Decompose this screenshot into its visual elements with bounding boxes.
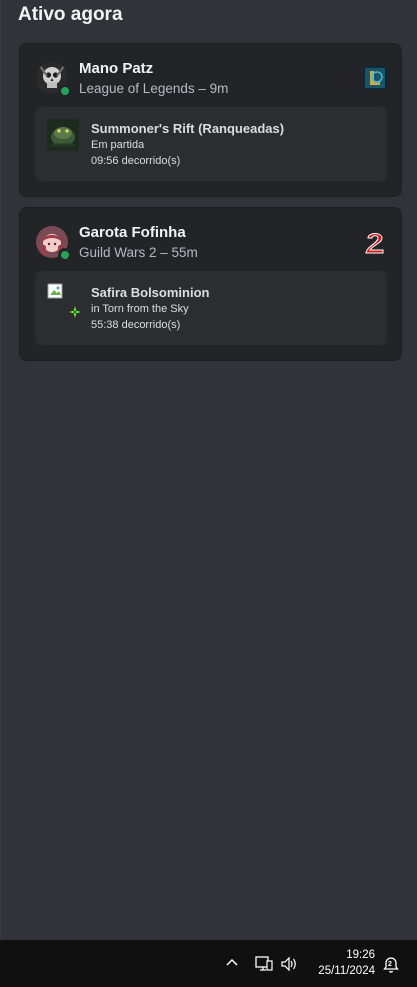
clock-time[interactable]: 19:26 [313, 949, 375, 961]
activity-state: Em partida [91, 139, 145, 151]
user-activity: Guild Wars 2 – 55m [79, 245, 198, 260]
activity-elapsed: 55:38 decorrido(s) [91, 319, 181, 331]
activity-title: Safira Bolsominion [91, 285, 210, 300]
activity-title: Summoner's Rift (Ranqueadas) [91, 121, 285, 136]
chevron-up-icon[interactable] [226, 957, 238, 967]
activity-elapsed: 09:56 decorrido(s) [91, 155, 181, 167]
guild-wars-2-icon [363, 230, 387, 254]
activity-details[interactable]: Summoner's Rift (Ranqueadas) Em partida … [35, 107, 387, 181]
user-name[interactable]: Mano Patz [79, 60, 153, 77]
user-activity: League of Legends – 9m [79, 81, 229, 96]
active-now-panel: Ativo agora Mano Patz League of Legends … [0, 0, 417, 940]
clock-date[interactable]: 25/11/2024 [313, 965, 375, 977]
notification-count: 2 [388, 961, 392, 968]
volume-icon[interactable] [280, 956, 298, 972]
league-of-legends-icon [363, 66, 387, 90]
windows-taskbar: 19:26 25/11/2024 2 [0, 940, 417, 987]
sparkle-icon [69, 306, 81, 318]
active-user-card[interactable]: Mano Patz League of Legends – 9m Summone… [19, 43, 402, 197]
activity-state: in Torn from the Sky [91, 303, 189, 315]
game-artwork [47, 119, 79, 151]
avatar[interactable] [36, 62, 72, 98]
user-name[interactable]: Garota Fofinha [79, 224, 186, 241]
online-status-dot [58, 84, 72, 98]
online-status-dot [58, 248, 72, 262]
panel-title: Ativo agora [18, 4, 123, 25]
active-user-card[interactable]: Garota Fofinha Guild Wars 2 – 55m Safira… [19, 207, 402, 361]
activity-details[interactable]: Safira Bolsominion in Torn from the Sky … [35, 271, 387, 345]
network-icon[interactable] [255, 955, 273, 973]
avatar[interactable] [36, 226, 72, 262]
